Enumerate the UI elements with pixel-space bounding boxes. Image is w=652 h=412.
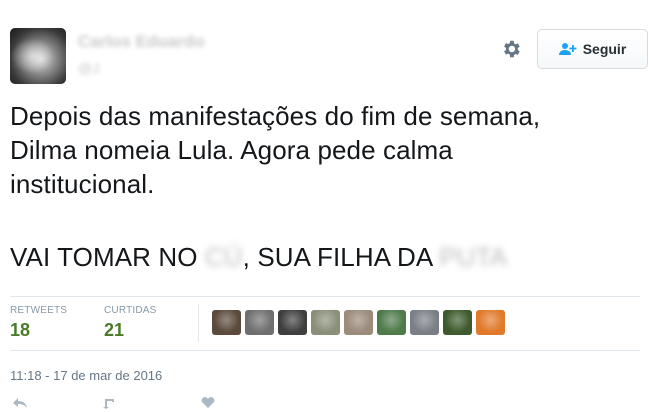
- liker-avatar[interactable]: [344, 310, 373, 335]
- liker-avatars: [212, 310, 505, 335]
- user-handle[interactable]: @J: [78, 60, 99, 76]
- tweet-line: institucional.: [10, 169, 155, 199]
- gear-icon[interactable]: [500, 38, 522, 60]
- liker-avatar[interactable]: [311, 310, 340, 335]
- liker-avatar[interactable]: [443, 310, 472, 335]
- reply-icon[interactable]: [12, 397, 28, 412]
- retweets-count: 18: [10, 320, 31, 340]
- tweet-line: VAI TOMAR NO CÚ, SUA FILHA DA PUTA: [10, 240, 640, 274]
- profile-avatar[interactable]: [10, 28, 66, 84]
- tweet-timestamp[interactable]: 11:18 - 17 de mar de 2016: [10, 368, 162, 383]
- liker-avatar[interactable]: [212, 310, 241, 335]
- tweet-line: Depois das manifestações do fim de seman…: [10, 101, 541, 131]
- divider: [10, 350, 640, 351]
- liker-avatar[interactable]: [476, 310, 505, 335]
- tweet-text: Depois das manifestações do fim de seman…: [10, 99, 640, 274]
- tweet-line: Dilma nomeia Lula. Agora pede calma: [10, 135, 453, 165]
- likes-stat[interactable]: CURTIDAS 21: [104, 305, 157, 341]
- divider: [10, 296, 640, 297]
- liker-avatar[interactable]: [410, 310, 439, 335]
- liker-avatar[interactable]: [245, 310, 274, 335]
- censored-word: CÚ: [204, 242, 243, 272]
- follow-button-label: Seguir: [582, 41, 627, 57]
- tweet-text-segment: , SUA FILHA DA: [242, 242, 440, 272]
- follow-button[interactable]: Seguir: [537, 29, 648, 69]
- add-user-icon: [558, 42, 577, 56]
- heart-icon[interactable]: [200, 397, 216, 412]
- liker-avatar[interactable]: [377, 310, 406, 335]
- retweet-icon[interactable]: [102, 397, 120, 412]
- censored-word: PUTA: [439, 242, 508, 272]
- retweets-label: RETWEETS: [10, 305, 68, 316]
- tweet-actions: [10, 397, 310, 409]
- likes-count: 21: [104, 320, 125, 340]
- likes-label: CURTIDAS: [104, 305, 157, 316]
- retweets-stat[interactable]: RETWEETS 18: [10, 305, 67, 341]
- tweet-text-segment: VAI TOMAR NO: [10, 242, 205, 272]
- display-name[interactable]: Carlos Eduardo: [78, 32, 205, 52]
- divider: [198, 304, 199, 342]
- liker-avatar[interactable]: [278, 310, 307, 335]
